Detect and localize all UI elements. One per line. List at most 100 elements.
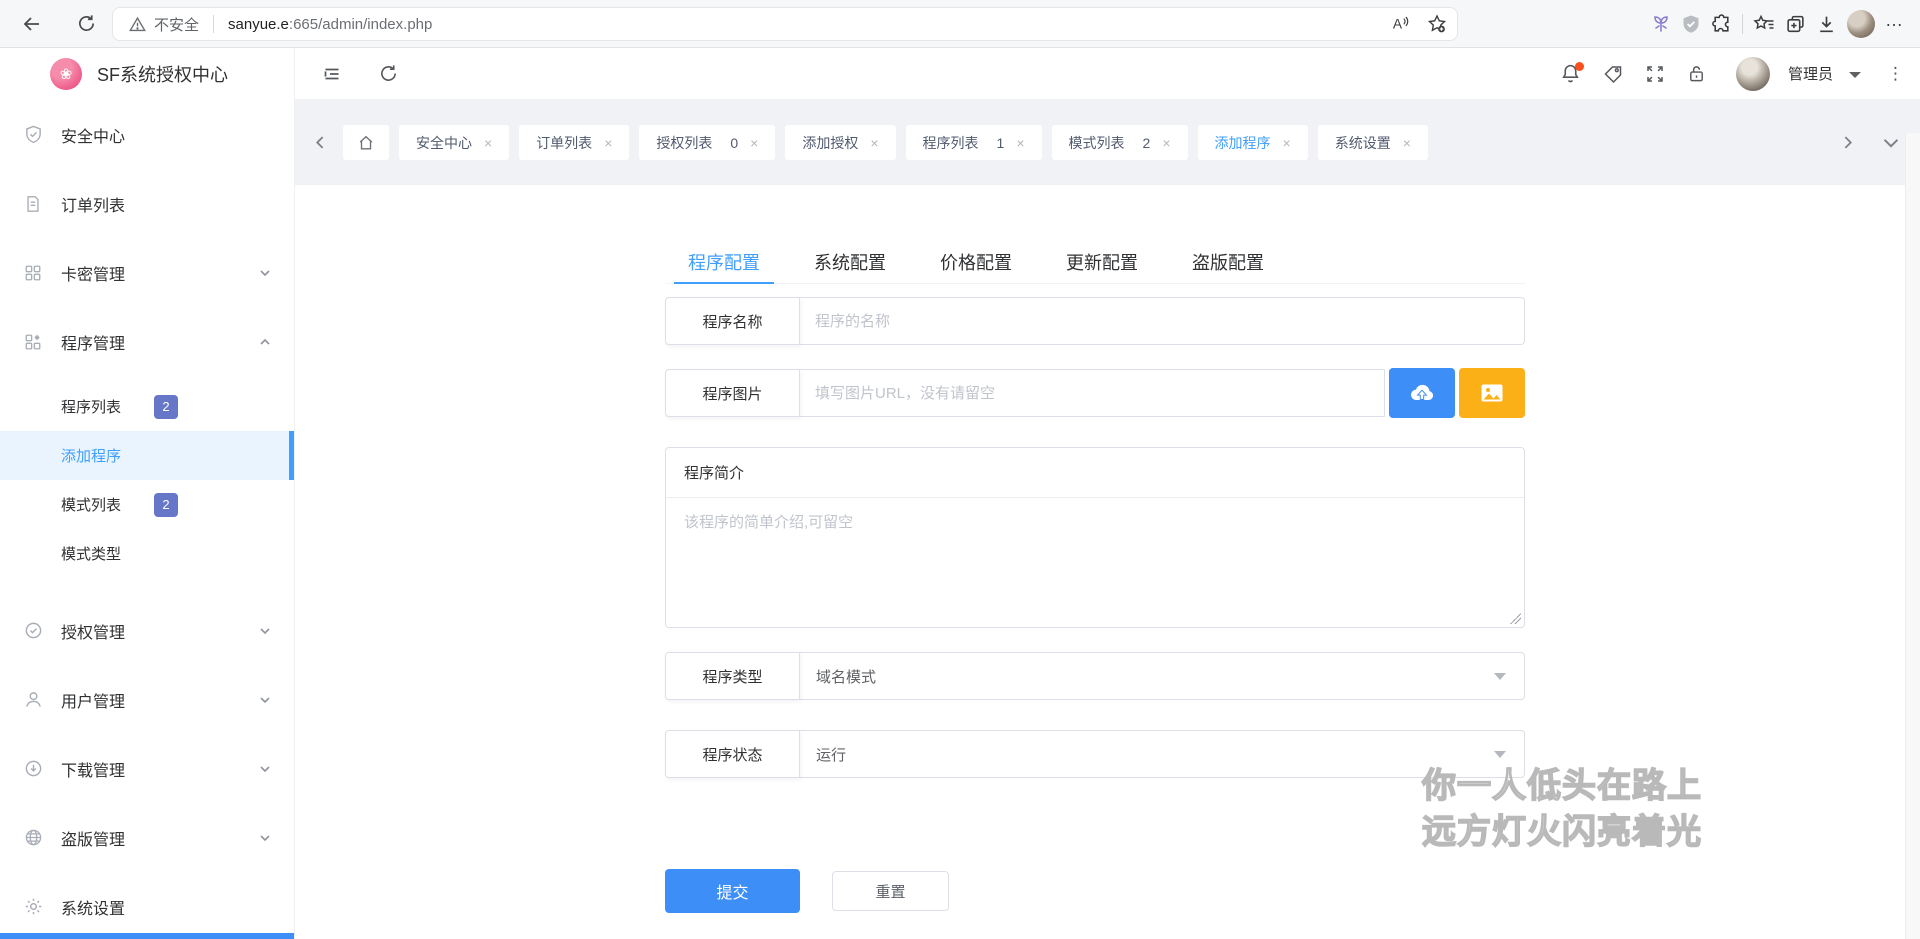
reset-button[interactable]: 重置: [832, 871, 949, 911]
close-icon[interactable]: [750, 136, 758, 150]
program-status-select[interactable]: 运行: [800, 730, 1525, 778]
program-intro-label: 程序简介: [666, 448, 1524, 498]
sidebar-item-piracy[interactable]: 盗版管理: [0, 803, 294, 872]
sidebar-subitem-mode-list[interactable]: 模式列表 2: [0, 480, 294, 529]
extensions-puzzle-icon[interactable]: [1711, 14, 1732, 35]
sidebar-subitem-mode-type[interactable]: 模式类型: [0, 529, 294, 578]
sidebar-item-settings[interactable]: 系统设置: [0, 872, 294, 939]
program-type-select[interactable]: 域名模式: [800, 652, 1525, 700]
divider: [1742, 14, 1743, 34]
tab-home[interactable]: [343, 125, 389, 160]
program-name-label: 程序名称: [665, 297, 800, 345]
form-tab-piracy-config[interactable]: 盗版配置: [1178, 240, 1278, 283]
program-image-label: 程序图片: [665, 369, 800, 417]
browser-toolbar: 不安全 sanyue.e:665/admin/index.php A: [0, 0, 1920, 48]
view-image-button[interactable]: [1459, 368, 1525, 418]
close-icon[interactable]: [1283, 136, 1291, 150]
sidebar-item-orders[interactable]: 订单列表: [0, 169, 294, 238]
sidebar-item-downloads[interactable]: 下载管理: [0, 734, 294, 803]
header-more-icon[interactable]: ⋮: [1887, 64, 1904, 84]
extension-badge-icon[interactable]: [1651, 14, 1671, 34]
sidebar-item-label: 卡密管理: [61, 261, 125, 285]
sidebar-item-programs[interactable]: 程序管理: [0, 307, 294, 376]
page-url[interactable]: sanyue.e:665/admin/index.php: [228, 16, 432, 33]
tag-icon[interactable]: [1596, 57, 1630, 91]
downloads-icon[interactable]: [1816, 14, 1837, 35]
form-tab-program-config[interactable]: 程序配置: [674, 240, 774, 283]
close-icon[interactable]: [1403, 136, 1411, 150]
sidebar-subitem-program-list[interactable]: 程序列表 2: [0, 382, 294, 431]
program-image-url-input[interactable]: [800, 369, 1385, 417]
watermark-text: 你一人低头在路上 远方灯火闪亮着光: [1422, 763, 1702, 855]
submit-button[interactable]: 提交: [665, 869, 800, 913]
tab-settings[interactable]: 系统设置: [1318, 125, 1428, 160]
fullscreen-icon[interactable]: [1638, 57, 1672, 91]
tab-mode-list[interactable]: 模式列表2: [1052, 125, 1188, 160]
notifications-bell-icon[interactable]: [1554, 57, 1588, 91]
security-label: 不安全: [154, 14, 199, 35]
sidebar-bottom-bar: [0, 933, 294, 939]
tab-add-program[interactable]: 添加程序: [1198, 125, 1308, 160]
sidebar-item-label: 模式列表: [61, 494, 121, 515]
close-icon[interactable]: [1016, 136, 1024, 150]
defender-shield-icon[interactable]: [1681, 14, 1701, 34]
user-caret-down-icon[interactable]: [1849, 72, 1861, 78]
tabs-scroll-right-icon[interactable]: [1834, 126, 1860, 160]
tabs-menu-chevron-icon[interactable]: [1878, 126, 1904, 160]
close-icon[interactable]: [484, 136, 492, 150]
sidebar-item-label: 添加程序: [61, 445, 121, 466]
tab-program-list[interactable]: 程序列表1: [906, 125, 1042, 160]
browser-menu-icon[interactable]: …: [1885, 10, 1910, 39]
sidebar-item-label: 安全中心: [61, 123, 125, 147]
user-avatar[interactable]: [1736, 57, 1770, 91]
collapse-sidebar-icon[interactable]: [315, 57, 349, 91]
grid-plus-icon: [24, 333, 44, 351]
form-tab-price-config[interactable]: 价格配置: [926, 240, 1026, 283]
program-name-input[interactable]: [800, 297, 1525, 345]
resize-handle[interactable]: [1510, 613, 1521, 624]
chevron-down-icon: [258, 831, 272, 845]
form-tab-system-config[interactable]: 系统配置: [800, 240, 900, 283]
grid-icon: [24, 264, 44, 282]
program-type-label: 程序类型: [665, 652, 800, 700]
scrollbar-track[interactable]: [1905, 133, 1920, 939]
browser-profile-avatar[interactable]: [1847, 10, 1875, 38]
refresh-page-icon[interactable]: [371, 57, 405, 91]
chevron-down-icon: [258, 624, 272, 638]
brand-logo-icon: ❀: [50, 58, 82, 90]
tab-security[interactable]: 安全中心: [399, 125, 509, 160]
form-tab-update-config[interactable]: 更新配置: [1052, 240, 1152, 283]
sidebar-item-cardkeys[interactable]: 卡密管理: [0, 238, 294, 307]
close-icon[interactable]: [1162, 136, 1170, 150]
sidebar-item-security[interactable]: 安全中心: [0, 100, 294, 169]
select-caret-icon: [1494, 751, 1506, 758]
upload-image-button[interactable]: [1389, 368, 1455, 418]
add-favorite-icon[interactable]: [1427, 14, 1447, 34]
tab-orders[interactable]: 订单列表: [519, 125, 629, 160]
sidebar-item-authorization[interactable]: 授权管理: [0, 596, 294, 665]
sidebar-item-label: 订单列表: [61, 192, 125, 216]
close-icon[interactable]: [870, 136, 878, 150]
tab-add-auth[interactable]: 添加授权: [785, 125, 895, 160]
tab-auth-list[interactable]: 授权列表0: [639, 125, 775, 160]
browser-back-icon[interactable]: [14, 6, 50, 42]
favorites-bar-icon[interactable]: [1753, 14, 1775, 34]
svg-text:A: A: [1393, 17, 1403, 32]
user-name[interactable]: 管理员: [1788, 63, 1833, 84]
close-icon[interactable]: [604, 136, 612, 150]
read-aloud-icon[interactable]: A: [1391, 14, 1413, 34]
program-intro-block: 程序简介: [665, 447, 1525, 628]
program-intro-textarea[interactable]: [666, 498, 1524, 622]
tabs-scroll-left-icon[interactable]: [307, 126, 333, 160]
sidebar-subitem-add-program[interactable]: 添加程序: [0, 431, 294, 480]
cloud-upload-icon: [1409, 382, 1435, 404]
collections-icon[interactable]: [1785, 14, 1806, 35]
browser-refresh-icon[interactable]: [68, 6, 104, 42]
lock-screen-icon[interactable]: [1680, 57, 1714, 91]
address-bar[interactable]: 不安全 sanyue.e:665/admin/index.php A: [112, 7, 1458, 41]
sidebar-item-label: 盗版管理: [61, 826, 125, 850]
count-badge: 2: [154, 395, 178, 419]
user-icon: [24, 690, 44, 709]
sidebar-item-users[interactable]: 用户管理: [0, 665, 294, 734]
selected-value: 运行: [816, 744, 846, 765]
